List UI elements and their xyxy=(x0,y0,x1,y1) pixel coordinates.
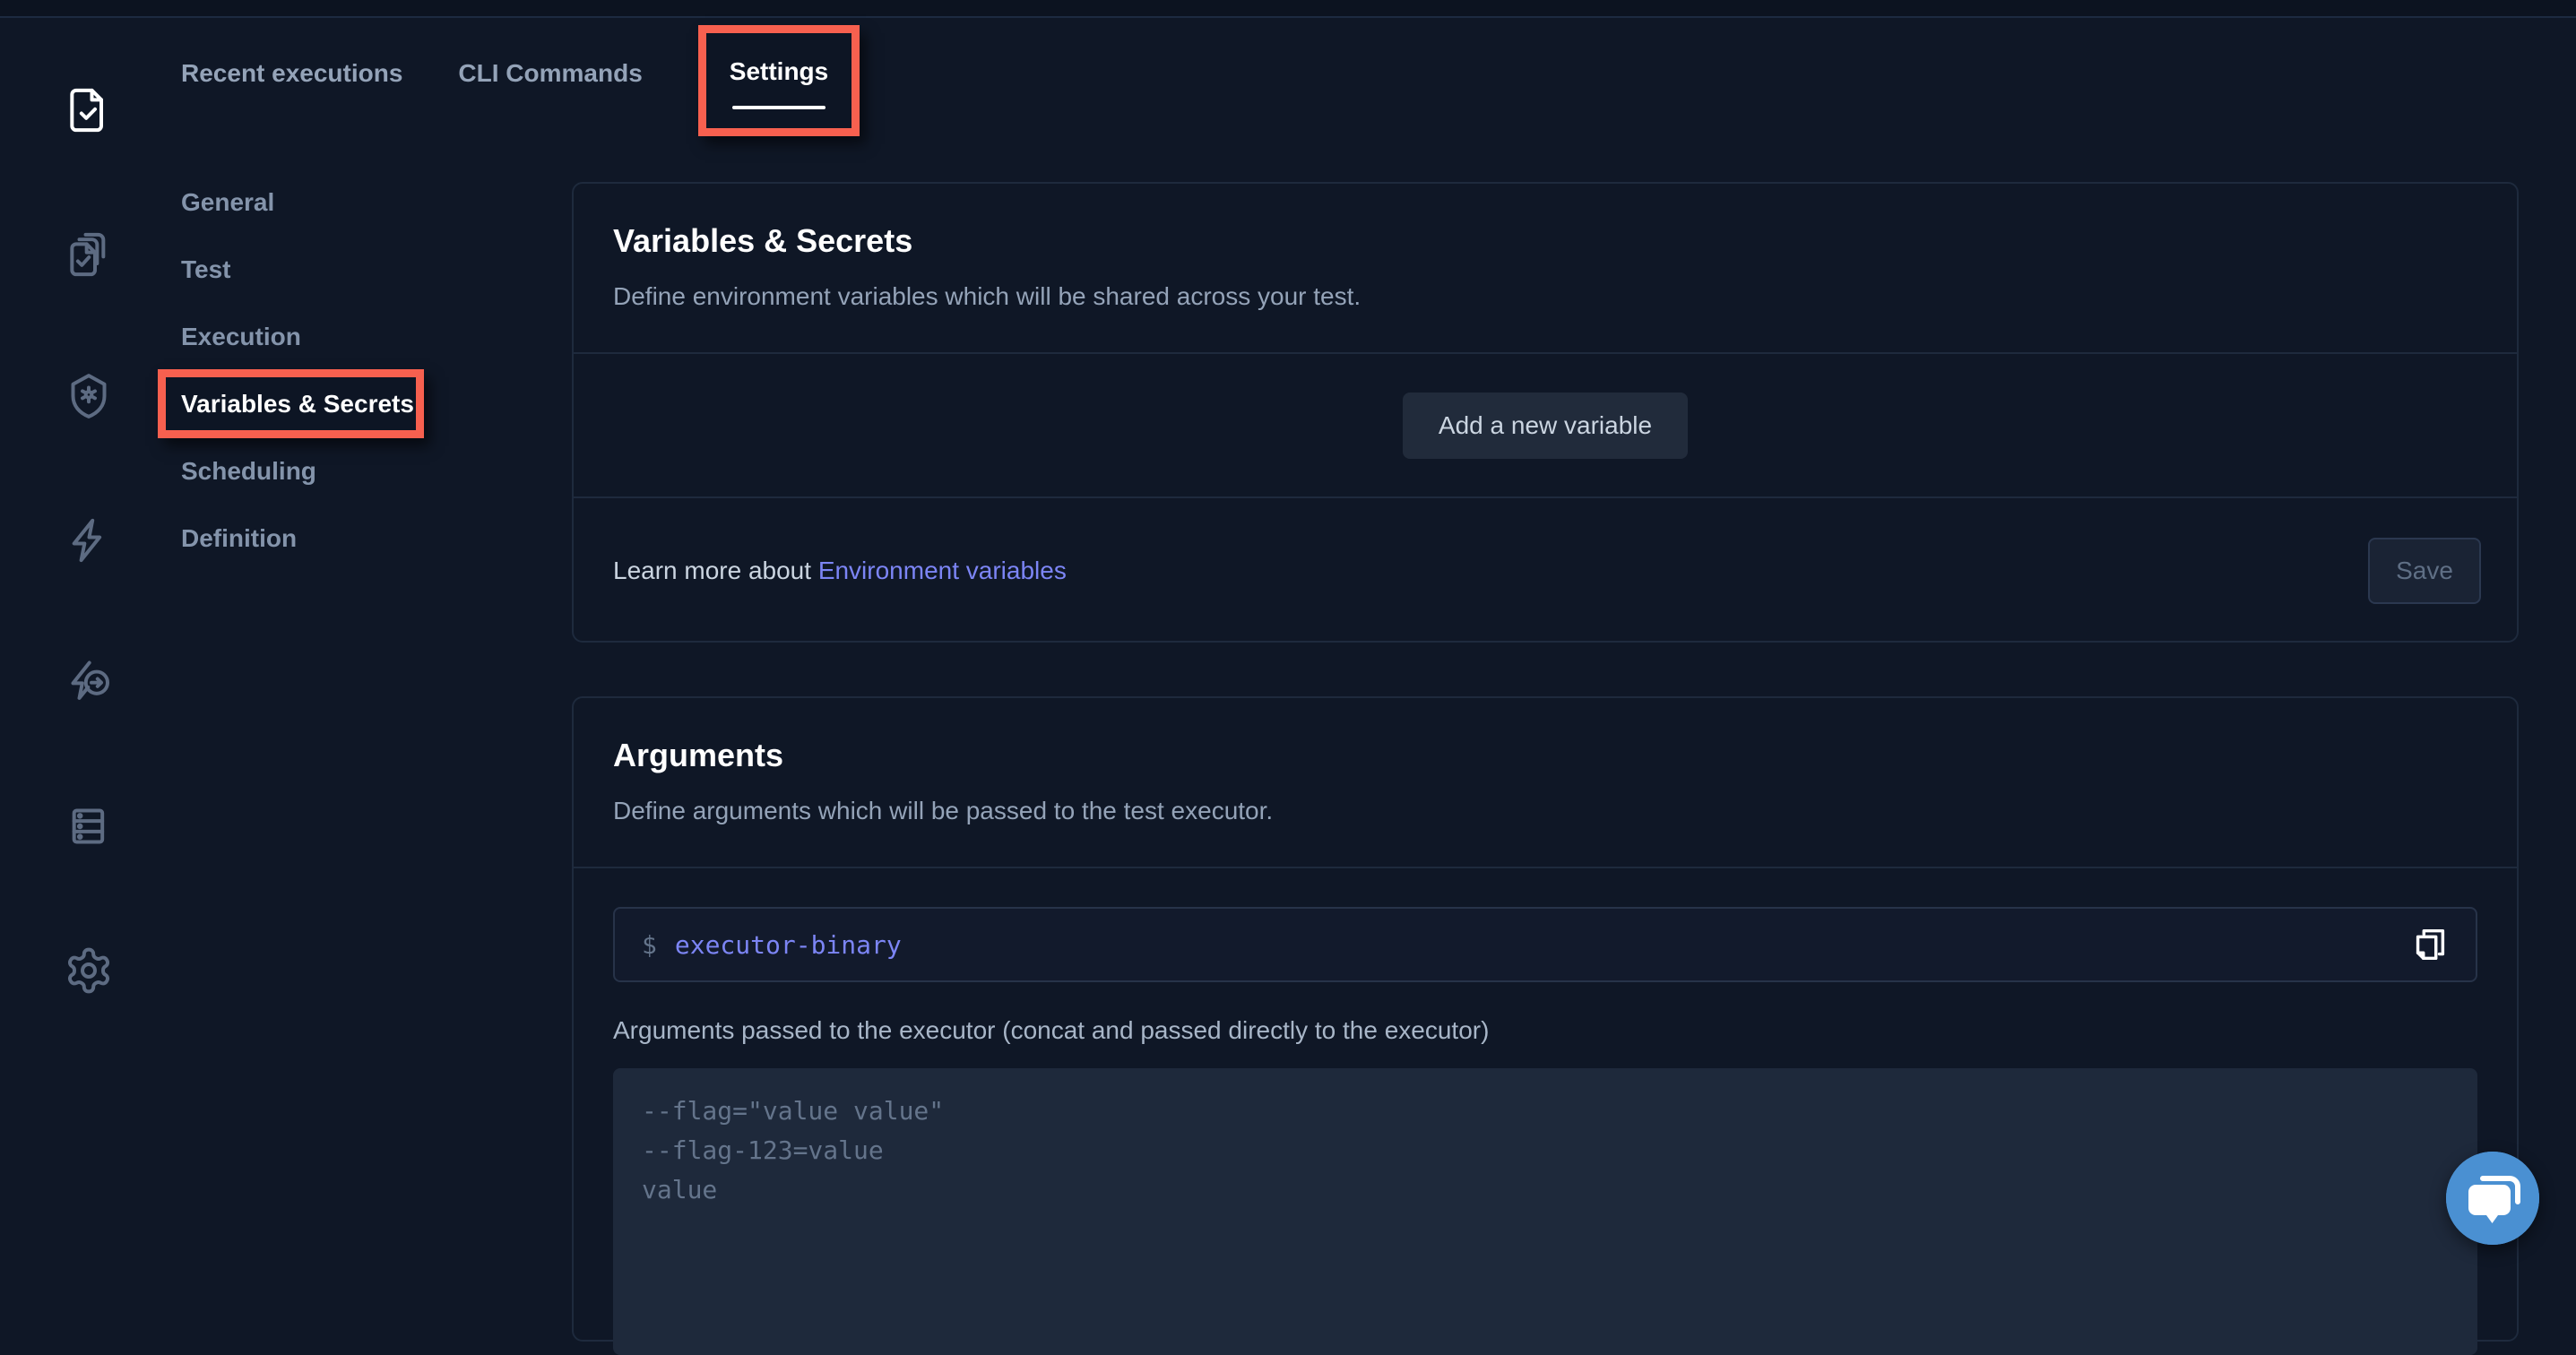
settings-nav-definition[interactable]: Definition xyxy=(181,505,477,572)
arguments-input-label: Arguments passed to the executor (concat… xyxy=(613,1016,2477,1045)
variables-panel-title: Variables & Secrets xyxy=(613,221,2477,261)
active-tab-underline xyxy=(732,106,826,109)
settings-gear-icon xyxy=(64,945,114,996)
executors-shield-gear-icon xyxy=(64,371,114,421)
settings-sub-nav: General Test Execution Variables & Secre… xyxy=(181,168,477,572)
webhooks-bolt-arrow-icon xyxy=(64,657,114,707)
tab-recent-executions[interactable]: Recent executions xyxy=(181,59,402,88)
triggers-bolt-icon xyxy=(64,515,114,565)
arguments-input[interactable] xyxy=(613,1068,2477,1355)
chat-bubble-icon xyxy=(2446,1152,2539,1245)
settings-nav-scheduling[interactable]: Scheduling xyxy=(181,437,477,505)
variables-panel-footer: Learn more about Environment variables S… xyxy=(574,498,2517,643)
variables-panel-body: Add a new variable xyxy=(574,352,2517,498)
sidebar-item-executors[interactable] xyxy=(64,371,114,421)
tab-bar: Recent executions CLI Commands Settings xyxy=(181,0,860,136)
learn-more-prefix: Learn more about xyxy=(613,557,818,584)
settings-nav-test[interactable]: Test xyxy=(181,236,477,303)
arguments-panel-title: Arguments xyxy=(613,736,2477,775)
test-suites-files-icon xyxy=(64,229,114,280)
arguments-panel: Arguments Define arguments which will be… xyxy=(572,696,2519,1342)
variables-panel-header: Variables & Secrets Define environment v… xyxy=(574,184,2517,352)
executor-command-text: executor-binary xyxy=(675,930,902,960)
settings-nav-execution[interactable]: Execution xyxy=(181,303,477,370)
save-button[interactable]: Save xyxy=(2368,538,2481,604)
tests-file-check-icon xyxy=(64,85,114,135)
tab-settings[interactable]: Settings xyxy=(730,57,828,109)
variables-secrets-panel: Variables & Secrets Define environment v… xyxy=(572,182,2519,643)
sources-server-icon xyxy=(64,801,114,851)
variables-panel-description: Define environment variables which will … xyxy=(613,280,2477,313)
arguments-panel-header: Arguments Define arguments which will be… xyxy=(574,698,2517,867)
sidebar-item-webhooks[interactable] xyxy=(64,657,114,707)
learn-more-text: Learn more about Environment variables xyxy=(613,557,1067,585)
sidebar-item-test-suites[interactable] xyxy=(64,229,114,280)
arguments-panel-description: Define arguments which will be passed to… xyxy=(613,795,2477,827)
settings-nav-variables-secrets[interactable]: Variables & Secrets xyxy=(158,369,424,438)
sidebar-item-sources[interactable] xyxy=(64,801,114,851)
tab-settings-label: Settings xyxy=(730,57,828,85)
environment-variables-link[interactable]: Environment variables xyxy=(818,557,1067,584)
settings-nav-general[interactable]: General xyxy=(181,168,477,236)
add-variable-button[interactable]: Add a new variable xyxy=(1403,393,1688,459)
arguments-panel-body: $ executor-binary Arguments passed to th… xyxy=(574,867,2517,1355)
copy-icon xyxy=(2409,954,2451,968)
annotation-box-settings-tab: Settings xyxy=(698,25,860,136)
command-prompt-symbol: $ xyxy=(642,930,657,960)
sidebar-item-tests[interactable] xyxy=(64,85,114,135)
sidebar-item-triggers[interactable] xyxy=(64,515,114,565)
chat-launcher-button[interactable] xyxy=(2446,1152,2539,1245)
executor-command-box: $ executor-binary xyxy=(613,907,2477,982)
sidebar-item-settings[interactable] xyxy=(64,945,114,996)
tab-cli-commands[interactable]: CLI Commands xyxy=(458,59,642,88)
copy-command-button[interactable] xyxy=(2406,920,2454,969)
